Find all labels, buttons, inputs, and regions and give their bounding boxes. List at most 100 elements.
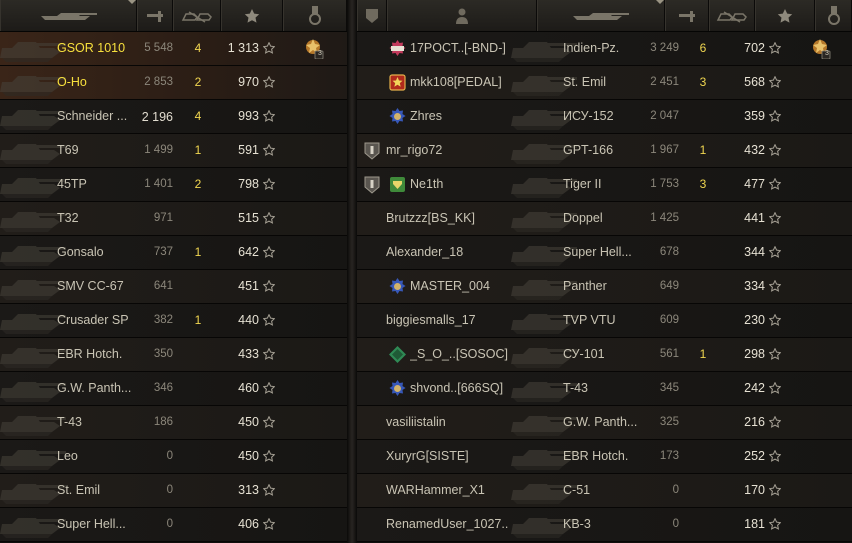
left-team-row[interactable]: SMV CC-67 641 451 — [0, 270, 347, 304]
medal-icon[interactable]: 3 — [809, 37, 831, 60]
right-team-row[interactable]: XuryrG[SISTE] EBR Hotch. 173 252 — [357, 440, 852, 474]
xp-value: 359 — [744, 109, 765, 123]
left-team-row[interactable]: Leo 0 450 — [0, 440, 347, 474]
clan-emblem-icon — [389, 40, 406, 57]
right-team-row[interactable]: RenamedUser_1027.. KB-3 0 181 — [357, 508, 852, 542]
tank-name: St. Emil — [563, 75, 607, 89]
xp-column-header-right[interactable] — [755, 0, 815, 31]
damage-value: 173 — [659, 450, 679, 462]
tank-name: C-51 — [563, 483, 591, 497]
frags-icon — [146, 9, 164, 23]
xp-star-icon — [262, 75, 276, 91]
xp-star-icon — [768, 347, 782, 363]
xp-value: 1 313 — [227, 41, 259, 55]
right-team-row[interactable]: WARHammer_X1 C-51 0 170 — [357, 474, 852, 508]
left-team-row[interactable]: T32 971 515 — [0, 202, 347, 236]
left-team-header — [0, 0, 347, 32]
tank-column-header-right[interactable] — [537, 0, 665, 31]
frags-column-header-right[interactable] — [665, 0, 709, 31]
right-team-row[interactable]: _S_O_..[SOSOC] СУ-101 561 1 298 — [357, 338, 852, 372]
left-team-row[interactable]: Schneider ... 2 196 4 993 — [0, 100, 347, 134]
left-team-row[interactable]: Crusader SP 382 1 440 — [0, 304, 347, 338]
medal-column-header-right[interactable] — [815, 0, 852, 31]
xp-value: 440 — [238, 313, 259, 327]
right-team-row[interactable]: Alexander_18 Super Hell... 678 344 — [357, 236, 852, 270]
damage-value: 678 — [659, 246, 679, 258]
frags-value: 4 — [194, 41, 202, 55]
frags-value: 2 — [194, 75, 202, 89]
medal-count: 3 — [318, 50, 322, 57]
right-team-row[interactable]: vasiliistalin G.W. Panth... 325 216 — [357, 406, 852, 440]
medal-column-header[interactable] — [283, 0, 347, 31]
left-team-row[interactable]: T69 1 499 1 591 — [0, 134, 347, 168]
left-team-row[interactable]: T-43 186 450 — [0, 406, 347, 440]
squad-icon — [364, 176, 380, 194]
frags-column-header[interactable] — [137, 0, 173, 31]
xp-value: 252 — [744, 449, 765, 463]
clan-emblem-icon — [389, 176, 406, 193]
kills-column-header[interactable] — [173, 0, 221, 31]
right-team-row[interactable]: Zhres ИСУ-152 2 047 359 — [357, 100, 852, 134]
xp-star-icon — [768, 313, 782, 329]
xp-value: 515 — [238, 211, 259, 225]
left-team-row[interactable]: 45TP 1 401 2 798 — [0, 168, 347, 202]
damage-value: 971 — [153, 212, 173, 224]
tank-name: ИСУ-152 — [563, 109, 614, 123]
clan-emblem-icon — [389, 74, 406, 91]
player-name: mr_rigo72 — [386, 143, 443, 157]
left-team-row[interactable]: O-Ho 2 853 2 970 — [0, 66, 347, 100]
left-team-row[interactable]: Super Hell... 0 406 — [0, 508, 347, 542]
medal-header-icon — [827, 5, 841, 26]
right-team-row[interactable]: 17POCT..[-BND-] Indien-Pz. 3 249 6 702 3 — [357, 32, 852, 66]
damage-value: 1 499 — [144, 144, 173, 156]
xp-star-icon — [768, 245, 782, 261]
tank-name: Super Hell... — [563, 245, 632, 259]
right-team-row[interactable]: shvond..[666SQ] T-43 345 242 — [357, 372, 852, 406]
xp-value: 642 — [238, 245, 259, 259]
tank-column-header[interactable] — [0, 0, 137, 31]
damage-value: 186 — [153, 416, 173, 428]
xp-value: 451 — [238, 279, 259, 293]
tank-name: 45TP — [57, 177, 87, 191]
left-team-row[interactable]: EBR Hotch. 350 433 — [0, 338, 347, 372]
left-team-row[interactable]: Gonsalo 737 1 642 — [0, 236, 347, 270]
xp-value: 568 — [744, 75, 765, 89]
damage-value: 1 967 — [650, 144, 679, 156]
left-team-row[interactable]: GSOR 1010 5 548 4 1 313 3 — [0, 32, 347, 66]
xp-value: 230 — [744, 313, 765, 327]
right-team-row[interactable]: MASTER_004 Panther 649 334 — [357, 270, 852, 304]
xp-star-icon — [262, 143, 276, 159]
frags-value: 1 — [194, 245, 202, 259]
kills-column-header-right[interactable] — [709, 0, 755, 31]
damage-value: 737 — [153, 246, 173, 258]
xp-star-icon — [262, 109, 276, 125]
tank-name: St. Emil — [57, 483, 101, 497]
damage-value: 649 — [659, 280, 679, 292]
xp-star-icon — [262, 381, 276, 397]
xp-column-header[interactable] — [221, 0, 283, 31]
right-team-row[interactable]: biggiesmalls_17 TVP VTU 609 230 — [357, 304, 852, 338]
right-team-row[interactable]: Ne1th Tiger II 1 753 3 477 — [357, 168, 852, 202]
medal-icon[interactable]: 3 — [302, 37, 324, 60]
xp-value: 993 — [238, 109, 259, 123]
kills-icon — [181, 9, 213, 23]
right-team-row[interactable]: mr_rigo72 GPT-166 1 967 1 432 — [357, 134, 852, 168]
left-team-row[interactable]: St. Emil 0 313 — [0, 474, 347, 508]
player-name: Zhres — [410, 109, 442, 123]
xp-value: 441 — [744, 211, 765, 225]
right-team-row[interactable]: Brutzzz[BS_KK] Doppel 1 425 441 — [357, 202, 852, 236]
squad-column-header[interactable] — [357, 0, 387, 31]
right-team-row[interactable]: mkk108[PEDAL] St. Emil 2 451 3 568 — [357, 66, 852, 100]
tank-name: TVP VTU — [563, 313, 616, 327]
frags-value: 1 — [194, 313, 202, 327]
damage-value: 5 548 — [144, 42, 173, 54]
frags-value: 1 — [699, 143, 707, 157]
left-team-row[interactable]: G.W. Panth... 346 460 — [0, 372, 347, 406]
player-column-header[interactable] — [387, 0, 537, 31]
xp-value: 450 — [238, 415, 259, 429]
tank-name: T-43 — [57, 415, 83, 429]
xp-star-icon — [262, 41, 276, 57]
player-name: XuryrG[SISTE] — [386, 449, 469, 463]
tank-name: Super Hell... — [57, 517, 126, 531]
frags-icon — [678, 9, 696, 23]
